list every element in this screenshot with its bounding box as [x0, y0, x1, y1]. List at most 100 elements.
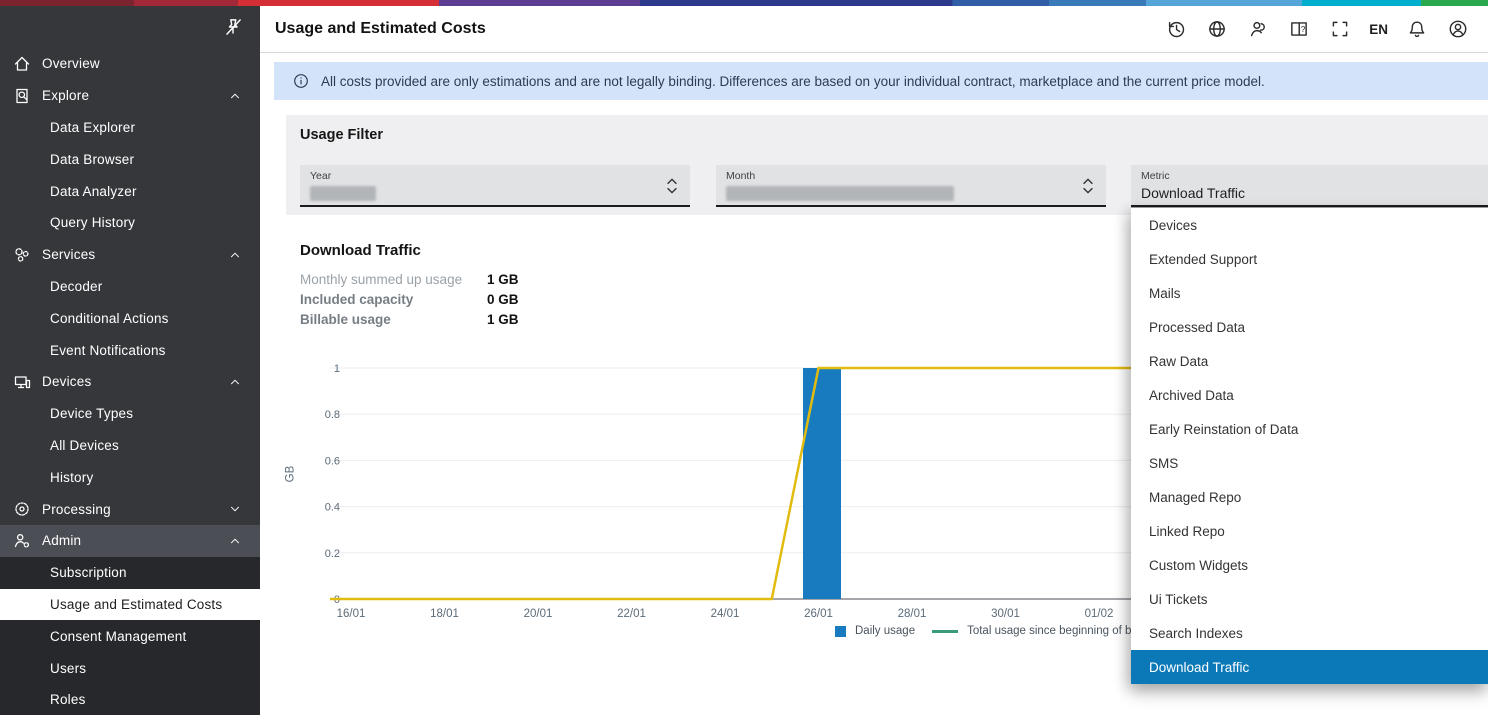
- sidebar-item-label: Data Explorer: [50, 120, 135, 135]
- sidebar-item-all-devices[interactable]: All Devices: [0, 430, 260, 462]
- sidebar-item-data-analyzer[interactable]: Data Analyzer: [0, 175, 260, 207]
- y-tick-label: 0.6: [325, 455, 340, 467]
- language-globe-icon[interactable]: [1205, 17, 1229, 41]
- notifications-bell-icon[interactable]: [1405, 17, 1429, 41]
- sidebar-item-users[interactable]: Users: [0, 652, 260, 684]
- metric-option-search-indexes[interactable]: Search Indexes: [1131, 616, 1488, 650]
- sidebar-item-label: Decoder: [50, 279, 102, 294]
- sidebar-item-processing[interactable]: Processing: [0, 493, 260, 525]
- sidebar-item-label: Data Browser: [50, 152, 134, 167]
- chevron-up-down-icon[interactable]: [1080, 175, 1096, 197]
- sidebar-nav: Overview Explore Data Explorer Data Browser…: [0, 48, 260, 715]
- home-icon: [12, 54, 32, 74]
- sidebar-item-decoder[interactable]: Decoder: [0, 271, 260, 303]
- month-select-label: Month: [726, 170, 755, 182]
- y-tick-label: 0.8: [325, 409, 340, 421]
- svg-text:?: ?: [1301, 25, 1306, 34]
- stat-label: Billable usage: [300, 312, 487, 327]
- sidebar-item-device-types[interactable]: Device Types: [0, 398, 260, 430]
- chevron-up-icon: [228, 534, 242, 548]
- manual-help-icon[interactable]: ?: [1287, 17, 1311, 41]
- sidebar-item-label: Explore: [42, 88, 89, 103]
- metric-option-early-reinstation-of-data[interactable]: Early Reinstation of Data: [1131, 412, 1488, 446]
- metric-option-managed-repo[interactable]: Managed Repo: [1131, 480, 1488, 514]
- sidebar-item-label: Data Analyzer: [50, 184, 137, 199]
- sidebar-item-label: Admin: [42, 533, 81, 548]
- sidebar-item-services[interactable]: Services: [0, 239, 260, 271]
- language-selector[interactable]: EN: [1369, 22, 1388, 37]
- stat-value: 1 GB: [487, 312, 519, 327]
- sidebar-item-data-explorer[interactable]: Data Explorer: [0, 112, 260, 144]
- sidebar-item-roles[interactable]: Roles: [0, 684, 260, 715]
- sidebar-item-event-notifications[interactable]: Event Notifications: [0, 334, 260, 366]
- x-tick-label: 01/02: [1085, 608, 1114, 620]
- history-icon[interactable]: [1164, 17, 1188, 41]
- sidebar-item-label: Query History: [50, 215, 135, 230]
- stat-value: 0 GB: [487, 292, 519, 307]
- sidebar-item-usage-and-estimated-costs[interactable]: Usage and Estimated Costs: [0, 589, 260, 621]
- sidebar-item-label: History: [50, 470, 93, 485]
- sidebar-item-label: Overview: [42, 56, 100, 71]
- x-tick-label: 30/01: [991, 608, 1020, 620]
- pin-off-icon[interactable]: [222, 16, 244, 38]
- metric-select-value: Download Traffic: [1141, 185, 1245, 201]
- top-header: Usage and Estimated Costs ? EN: [260, 6, 1488, 53]
- processing-icon: [12, 499, 32, 519]
- year-select[interactable]: Year: [300, 165, 690, 207]
- sidebar-item-history[interactable]: History: [0, 461, 260, 493]
- year-select-label: Year: [310, 170, 331, 182]
- sidebar-item-data-browser[interactable]: Data Browser: [0, 143, 260, 175]
- month-select[interactable]: Month: [716, 165, 1106, 207]
- sidebar-item-overview[interactable]: Overview: [0, 48, 260, 80]
- sidebar-item-consent-management[interactable]: Consent Management: [0, 620, 260, 652]
- chevron-up-down-icon[interactable]: [664, 175, 680, 197]
- sidebar-pin-row: [0, 6, 260, 48]
- metric-option-linked-repo[interactable]: Linked Repo: [1131, 514, 1488, 548]
- chevron-up-icon: [228, 375, 242, 389]
- stat-row: Billable usage1 GB: [300, 309, 519, 329]
- chevron-up-icon: [228, 89, 242, 103]
- stat-label: Monthly summed up usage: [300, 272, 487, 287]
- support-icon[interactable]: [1246, 17, 1270, 41]
- page-title: Usage and Estimated Costs: [260, 20, 486, 38]
- sidebar-item-label: Consent Management: [50, 629, 186, 644]
- metric-option-raw-data[interactable]: Raw Data: [1131, 344, 1488, 378]
- account-icon[interactable]: [1446, 17, 1470, 41]
- chevron-up-icon: [228, 248, 242, 262]
- metric-option-extended-support[interactable]: Extended Support: [1131, 242, 1488, 276]
- x-tick-label: 18/01: [430, 608, 459, 620]
- info-banner: All costs provided are only estimations …: [274, 62, 1488, 100]
- sidebar-item-query-history[interactable]: Query History: [0, 207, 260, 239]
- metric-option-sms[interactable]: SMS: [1131, 446, 1488, 480]
- admin-icon: [12, 531, 32, 551]
- sidebar-item-explore[interactable]: Explore: [0, 80, 260, 112]
- metric-option-processed-data[interactable]: Processed Data: [1131, 310, 1488, 344]
- metric-option-archived-data[interactable]: Archived Data: [1131, 378, 1488, 412]
- metric-select[interactable]: Metric Download Traffic: [1131, 165, 1488, 207]
- sidebar-item-admin[interactable]: Admin: [0, 525, 260, 557]
- sidebar-item-conditional-actions[interactable]: Conditional Actions: [0, 302, 260, 334]
- legend-label: Daily usage: [855, 625, 915, 637]
- sidebar-item-label: Subscription: [50, 565, 127, 580]
- metric-option-devices[interactable]: Devices: [1131, 208, 1488, 242]
- stat-row: Included capacity0 GB: [300, 289, 519, 309]
- metric-option-ui-tickets[interactable]: Ui Tickets: [1131, 582, 1488, 616]
- stat-row: Monthly summed up usage1 GB: [300, 269, 519, 289]
- sidebar: Overview Explore Data Explorer Data Browser…: [0, 6, 260, 715]
- sidebar-item-subscription[interactable]: Subscription: [0, 557, 260, 589]
- y-tick-label: 0.4: [325, 502, 340, 514]
- sidebar-item-label: Roles: [50, 692, 86, 707]
- header-actions: ? EN: [1164, 17, 1488, 41]
- sidebar-item-label: Usage and Estimated Costs: [50, 597, 222, 612]
- total-usage-line: [330, 368, 1140, 599]
- metric-option-download-traffic[interactable]: Download Traffic: [1131, 650, 1488, 684]
- metric-option-custom-widgets[interactable]: Custom Widgets: [1131, 548, 1488, 582]
- metric-option-mails[interactable]: Mails: [1131, 276, 1488, 310]
- explore-icon: [12, 86, 32, 106]
- usage-stats: Monthly summed up usage1 GBIncluded capa…: [300, 269, 519, 329]
- x-tick-label: 28/01: [898, 608, 927, 620]
- x-tick-label: 26/01: [804, 608, 833, 620]
- sidebar-item-devices[interactable]: Devices: [0, 366, 260, 398]
- sidebar-item-label: Devices: [42, 374, 91, 389]
- fullscreen-icon[interactable]: [1328, 17, 1352, 41]
